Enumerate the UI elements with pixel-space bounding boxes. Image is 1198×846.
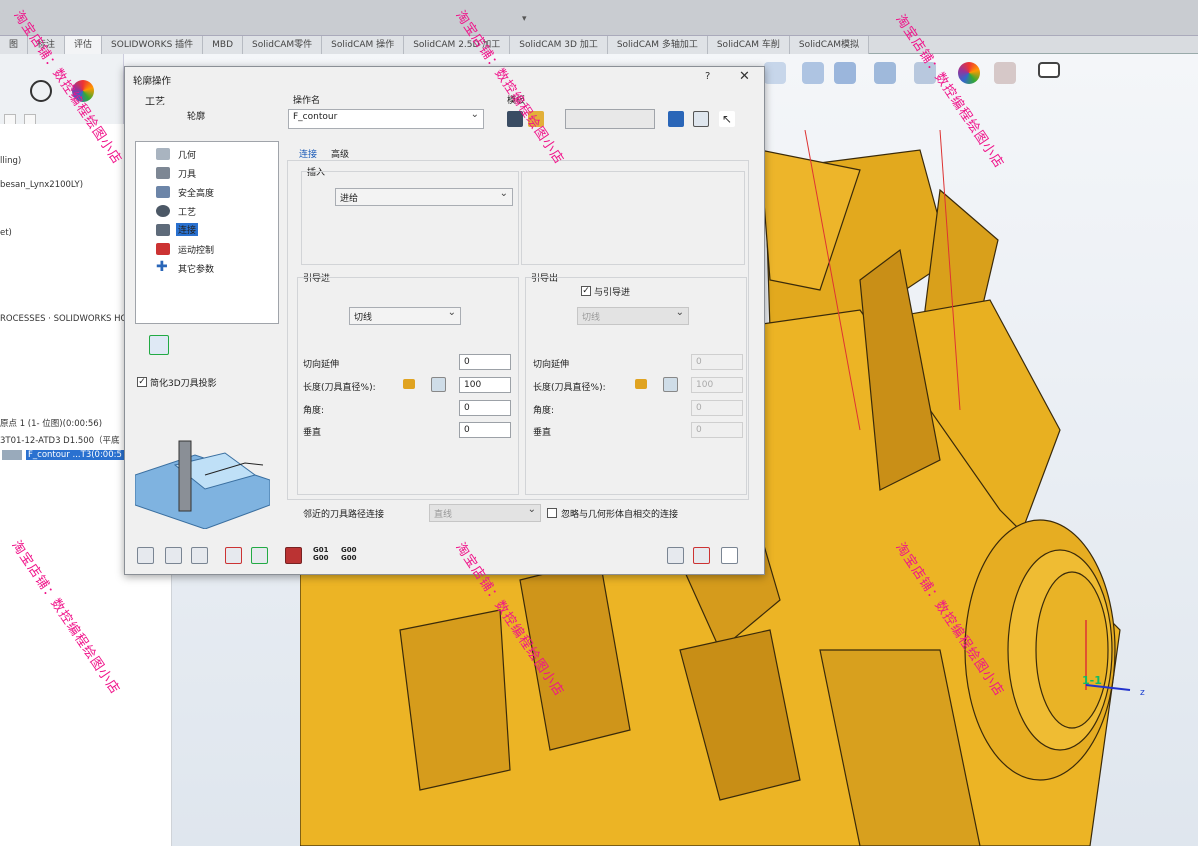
length-mode-icon[interactable] [403,379,415,389]
lead-in-normal-label: 垂直 [303,428,322,438]
tab-view[interactable]: 图 [0,36,29,54]
tool-table-icon[interactable] [149,335,169,355]
dialog-title: 轮廓操作 [133,76,172,87]
crosshair-icon[interactable] [30,80,52,102]
opname-select[interactable]: F_contour [288,109,484,129]
lead-in-length-label: 长度(刀具直径%): [303,383,376,393]
subtab-advanced[interactable]: 高级 [331,147,349,160]
tree-item[interactable]: lling) [0,156,21,166]
info-icon[interactable] [668,111,684,127]
tab-mbd[interactable]: MBD [203,36,244,54]
tab-solidcam-multiaxis[interactable]: SolidCAM 多轴加工 [607,36,708,54]
display-style-icon[interactable] [874,62,896,84]
pointer-select-icon[interactable]: ↖ [719,111,735,127]
tree-item[interactable]: besan_Lynx2100LY) [0,180,83,190]
section-view-icon[interactable] [802,62,824,84]
tool-icon [156,167,170,179]
simplify-3d-label: 简化3D刀具投影 [150,379,217,389]
link-icon [156,224,170,236]
view-orientation-icon[interactable] [834,62,856,84]
lead-in-length-input[interactable]: 100 [459,377,511,393]
close-button[interactable]: ✕ [739,69,750,84]
same-as-lead-in-checkbox[interactable]: ✓ [581,286,591,296]
tech-field: 轮廓 [135,105,275,125]
nearby-link-label: 邻近的刀具路径连接 [303,510,385,520]
lead-in-normal-input[interactable]: 0 [459,422,511,438]
insert-select[interactable]: 进给 [335,188,513,206]
gcode-all-button[interactable]: G00 G00 [341,546,363,562]
tech-value: 轮廓 [187,112,206,122]
nearby-link-select[interactable]: 直线 [429,504,541,522]
lead-out-angle-label: 角度: [533,406,555,416]
ribbon-tabs: 图 标注 评估 SOLIDWORKS 插件 MBD SolidCAM零件 Sol… [0,36,1198,54]
tool-length-icon[interactable] [431,377,446,392]
lead-out-angle-input[interactable]: 0 [691,400,743,416]
lead-out-normal-input[interactable]: 0 [691,422,743,438]
tab-solidcam-turning[interactable]: SolidCAM 车削 [707,36,790,54]
axis-label-1-1: 1-1 [1082,674,1102,687]
tab-solidcam-3d[interactable]: SolidCAM 3D 加工 [510,36,608,54]
lead-in-angle-input[interactable]: 0 [459,400,511,416]
monitor-icon[interactable] [1038,62,1060,78]
scene-icon[interactable] [994,62,1016,84]
save-calc-icon[interactable] [191,547,208,564]
template-field[interactable] [565,109,655,129]
same-as-lead-in-label: 与引导进 [594,288,631,298]
lead-out-tangent-ext-input[interactable]: 0 [691,354,743,370]
motion-control-icon [156,243,170,255]
tree-item[interactable]: et) [0,228,12,238]
title-bar: ▾ [0,0,1198,36]
operation-nav-tree: 几何 刀具 安全高度 工艺 连接 运动控制 ✚ 其它参数 [135,141,279,324]
geometry-icon [156,148,170,160]
right-group [521,171,745,265]
exit-icon[interactable] [721,547,738,564]
lead-out-length-input[interactable]: 100 [691,377,743,393]
appearance-icon[interactable] [958,62,980,84]
tool-length-icon[interactable] [663,377,678,392]
contour-operation-dialog: 轮廓操作 ? ✕ 工艺 轮廓 操作名 F_contour 模板 ↖ 几何 刀具 … [124,66,765,575]
calculate-icon[interactable] [225,547,242,564]
subtab-link[interactable]: 连接 [299,147,317,160]
lead-out-select[interactable]: 切线 [577,307,689,325]
safety-height-icon [156,186,170,198]
tab-solidcam-part[interactable]: SolidCAM零件 [243,36,323,54]
length-mode-icon[interactable] [635,379,647,389]
ignore-self-intersect-checkbox[interactable] [547,508,557,518]
insert-group [301,171,519,265]
tree-item[interactable]: 原点 1 (1- 位图)(0:00:56) [0,417,102,429]
save-copy-icon[interactable] [165,547,182,564]
tree-item[interactable]: ROCESSES · SOLIDWORKS HO [0,314,127,324]
lead-out-tangent-ext-label: 切向延伸 [533,360,570,370]
axis-label-z: z [1140,688,1145,698]
tab-solidcam-simulation[interactable]: SolidCAM模拟 [789,36,869,54]
dropdown-caret-icon[interactable]: ▾ [522,14,527,24]
plus-icon: ✚ [156,259,168,275]
help-button[interactable]: ? [705,71,710,82]
lead-in-select[interactable]: 切线 [349,307,461,325]
lead-in-angle-label: 角度: [303,406,325,416]
simplify-3d-checkbox[interactable]: ✓ [137,377,147,387]
lead-in-tangent-ext-input[interactable]: 0 [459,354,511,370]
tree-item[interactable]: 3T01-12-ATD3 D1.500（平底 [0,434,120,446]
lead-out-length-label: 长度(刀具直径%): [533,383,606,393]
tab-solidworks-addins[interactable]: SOLIDWORKS 插件 [102,36,204,54]
tree-item-selected[interactable]: F_contour ...T3(0:00:5 [26,450,124,460]
gcode-generate-button[interactable]: G01 G00 [313,546,335,562]
save-exit-icon[interactable] [667,547,684,564]
opname-label: 操作名 [293,96,321,106]
tab-solidcam-operation[interactable]: SolidCAM 操作 [322,36,405,54]
tab-evaluate[interactable]: 评估 [65,36,103,54]
technology-icon [156,205,170,217]
calc-exit-icon[interactable] [693,547,710,564]
lead-in-tangent-ext-label: 切向延伸 [303,360,340,370]
tree-item-icon [2,450,22,460]
ignore-self-intersect-label: 忽略与几何形体自相交的连接 [561,510,679,520]
print-icon[interactable] [693,111,709,127]
lead-out-normal-label: 垂直 [533,428,552,438]
zoom-icon[interactable] [764,62,786,84]
recalculate-icon[interactable] [251,547,268,564]
save-icon[interactable] [137,547,154,564]
simulate-icon[interactable] [285,547,302,564]
lead-in-preview-image [135,440,270,529]
